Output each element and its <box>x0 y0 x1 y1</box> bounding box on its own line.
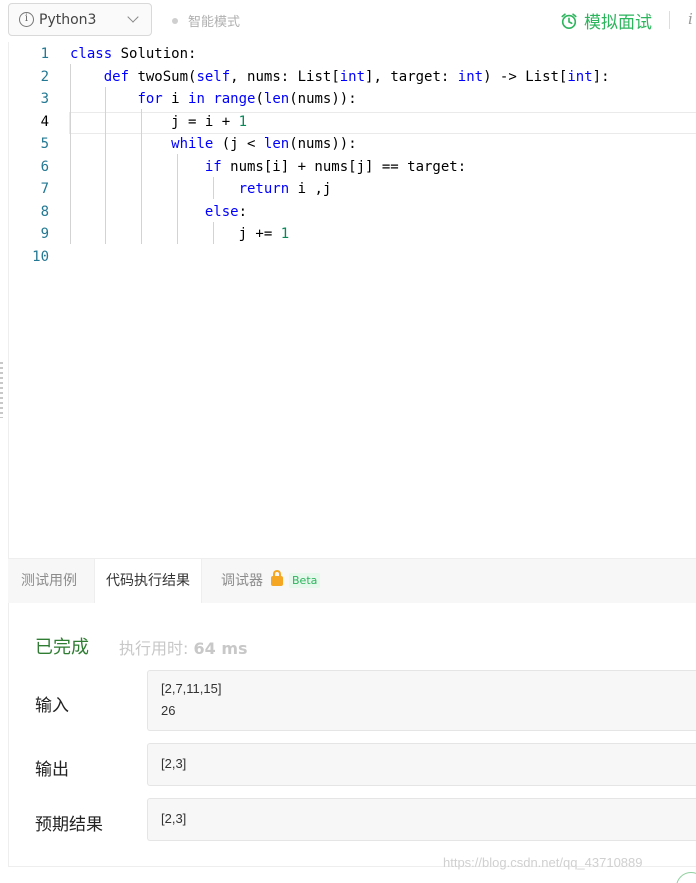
line-number: 7 <box>40 181 49 197</box>
code-keyword: int <box>457 68 484 85</box>
mock-interview-label: 模拟面试 <box>584 13 652 33</box>
code-line: if nums[i] + nums[j] == target: <box>70 156 466 179</box>
code-keyword: while <box>171 136 214 152</box>
input-label: 输入 <box>35 696 69 716</box>
status-label: 已完成 <box>35 637 89 658</box>
line-number: 2 <box>40 68 49 85</box>
code-token: (nums)): <box>289 136 357 152</box>
code-token: ) -> List[ <box>483 68 568 85</box>
code-line: for i in range(len(nums)): <box>70 88 357 111</box>
lock-icon <box>271 570 283 586</box>
line-number: 6 <box>40 158 49 175</box>
input-line: [2,7,11,15] <box>161 681 222 696</box>
runtime-label: 执行用时: <box>119 639 189 658</box>
code-keyword: in <box>188 91 205 107</box>
code-number: 1 <box>280 226 290 242</box>
code-keyword: len <box>263 91 290 107</box>
result-panel: 已完成 执行用时: 64 ms 输入 [2,7,11,15] 26 输出 [2,… <box>8 603 696 867</box>
language-label: Python3 <box>39 11 97 28</box>
code-token: i ,j <box>289 181 332 197</box>
code-keyword: class <box>70 46 113 62</box>
editor-toolbar: i Python3 智能模式 模拟面试 i <box>0 0 696 40</box>
toolbar-divider <box>669 11 670 29</box>
input-box[interactable]: [2,7,11,15] 26 <box>147 670 696 731</box>
expected-label: 预期结果 <box>35 815 103 835</box>
code-keyword: def <box>103 68 130 85</box>
code-line: def twoSum(self, nums: List[int], target… <box>70 66 610 89</box>
status-dot-icon <box>172 17 178 24</box>
code-number: 1 <box>238 113 248 130</box>
output-box[interactable]: [2,3] <box>147 743 696 786</box>
input-line: 26 <box>161 703 176 718</box>
watermark-text: https://blog.csdn.net/qq_43710889 <box>443 855 643 870</box>
code-keyword: self <box>196 68 231 85</box>
runtime-value: 64 ms <box>193 639 248 658</box>
alarm-clock-icon <box>561 12 577 29</box>
code-line: else: <box>70 201 247 224</box>
floating-button-edge[interactable] <box>676 872 696 883</box>
code-token: i <box>162 91 189 107</box>
code-keyword: len <box>263 136 290 152</box>
line-number: 5 <box>40 136 49 152</box>
code-line: j += 1 <box>70 223 290 246</box>
code-token: Solution: <box>112 46 197 62</box>
line-number-current: 4 <box>40 113 49 130</box>
code-token: ], target: <box>365 68 458 85</box>
code-token: ]: <box>592 68 610 85</box>
code-token: j = i + <box>70 113 239 130</box>
code-keyword: for <box>137 91 163 107</box>
tab-label: 代码执行结果 <box>106 573 190 589</box>
code-token: ( <box>255 91 264 107</box>
expected-box[interactable]: [2,3] <box>147 798 696 841</box>
code-token: , nums: List[ <box>230 68 340 85</box>
resize-handle[interactable] <box>0 362 3 418</box>
line-number: 9 <box>40 226 49 242</box>
tab-label: 调试器 <box>221 573 263 589</box>
tab-debugger[interactable]: 调试器 Beta <box>221 559 321 604</box>
line-number: 8 <box>40 203 49 220</box>
tab-test-cases[interactable]: 测试用例 <box>21 559 77 604</box>
code-line: return i ,j <box>70 178 332 201</box>
beta-badge: Beta <box>289 573 321 588</box>
language-select[interactable]: i Python3 <box>8 3 152 36</box>
code-line: while (j < len(nums)): <box>70 133 357 156</box>
code-token: (nums)): <box>289 91 357 107</box>
runtime-info: 执行用时: 64 ms <box>119 635 248 659</box>
tab-code-result[interactable]: 代码执行结果 <box>94 559 202 604</box>
line-number: 1 <box>40 46 49 62</box>
code-keyword: range <box>213 91 256 107</box>
code-keyword: int <box>339 68 366 85</box>
code-keyword: return <box>238 181 290 197</box>
code-token: twoSum( <box>129 68 197 85</box>
code-token: : <box>238 203 248 220</box>
code-line: j = i + 1 <box>70 111 247 134</box>
smart-mode-label: 智能模式 <box>188 15 241 30</box>
line-number: 10 <box>32 248 49 265</box>
info-icon: i <box>19 12 34 27</box>
mock-interview-button[interactable]: 模拟面试 <box>560 8 652 33</box>
code-editor[interactable]: 1 2 3 4 5 6 7 8 9 10 class Solution: def… <box>8 42 696 558</box>
code-token: j += <box>70 226 281 242</box>
line-number: 3 <box>40 91 49 107</box>
expected-value: [2,3] <box>161 811 187 826</box>
code-line: class Solution: <box>70 43 196 66</box>
info-italic-icon[interactable]: i <box>688 10 693 28</box>
result-tabs: 测试用例 代码执行结果 调试器 Beta <box>8 558 696 604</box>
chevron-down-icon <box>127 11 139 23</box>
code-token: nums[i] + nums[j] == target: <box>221 158 467 175</box>
output-value: [2,3] <box>161 756 187 771</box>
code-token: (j < <box>213 136 264 152</box>
tab-label: 测试用例 <box>21 573 77 589</box>
code-keyword: else <box>204 203 239 220</box>
code-keyword: int <box>567 68 593 85</box>
smart-mode-toggle[interactable]: 智能模式 <box>172 11 240 30</box>
output-label: 输出 <box>35 760 69 780</box>
code-keyword: if <box>204 158 222 175</box>
